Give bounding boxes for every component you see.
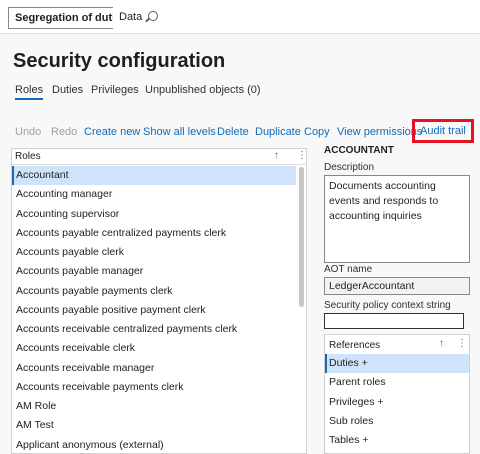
description-label: Description: [324, 162, 375, 173]
table-row[interactable]: Accounts payable manager: [12, 262, 296, 281]
table-row[interactable]: Accounts payable clerk: [12, 243, 296, 262]
roles-list: Accountant Accounting manager Accounting s…: [12, 166, 296, 454]
table-row[interactable]: Accounts receivable clerk: [12, 339, 296, 358]
table-row[interactable]: AM Test: [12, 416, 296, 435]
roles-grid: Roles ↑ ⋮ Accountant Accounting manager Ac…: [11, 148, 307, 454]
view-permissions-button[interactable]: View permissions: [337, 126, 422, 138]
table-row[interactable]: Accounts payable centralized payments cl…: [12, 224, 296, 243]
audit-trail-button[interactable]: Audit trail: [420, 125, 466, 137]
create-new-button[interactable]: Create new: [84, 126, 140, 138]
search-icon[interactable]: [148, 11, 158, 21]
context-string-label: Security policy context string: [324, 300, 451, 311]
reference-row[interactable]: Privileges +: [325, 393, 469, 412]
copy-button[interactable]: Copy: [304, 126, 330, 138]
table-row[interactable]: Applicant anonymous (external): [12, 436, 296, 454]
roles-column-header[interactable]: Roles: [15, 151, 41, 162]
duplicate-button[interactable]: Duplicate: [255, 126, 301, 138]
tab-duties[interactable]: Duties: [52, 84, 83, 96]
table-row[interactable]: Accounting supervisor: [12, 205, 296, 224]
table-row[interactable]: Accounts payable positive payment clerk: [12, 301, 296, 320]
more-options-icon[interactable]: ⋮: [457, 338, 467, 349]
reference-row[interactable]: Sub roles: [325, 412, 469, 431]
data-button[interactable]: Data: [113, 7, 149, 29]
description-field[interactable]: Documents accounting events and responds…: [324, 175, 470, 263]
table-row[interactable]: Accounting manager: [12, 185, 296, 204]
redo-button[interactable]: Redo: [51, 126, 77, 138]
table-row[interactable]: Accountant: [12, 166, 296, 186]
role-title: ACCOUNTANT: [324, 145, 394, 156]
sort-ascending-icon[interactable]: ↑: [274, 150, 279, 161]
action-bar: Segregation of duties Data: [0, 0, 480, 34]
context-string-input[interactable]: [324, 313, 464, 329]
tab-unpublished-objects[interactable]: Unpublished objects (0): [145, 84, 261, 96]
references-header[interactable]: References: [329, 340, 380, 351]
table-row[interactable]: Accounts payable payments clerk: [12, 282, 296, 301]
table-row[interactable]: AM Role: [12, 397, 296, 416]
audit-trail-highlight: Audit trail: [412, 119, 474, 143]
scrollbar[interactable]: [299, 167, 304, 307]
references-grid: References ↑ ⋮ Duties + Parent roles Privi…: [324, 334, 470, 454]
table-row[interactable]: Accounts receivable payments clerk: [12, 378, 296, 397]
aot-name-field: LedgerAccountant: [324, 277, 470, 295]
show-all-levels-button[interactable]: Show all levels: [143, 126, 216, 138]
undo-button[interactable]: Undo: [15, 126, 41, 138]
aot-name-label: AOT name: [324, 264, 373, 275]
reference-row[interactable]: Tables +: [325, 431, 469, 450]
more-options-icon[interactable]: ⋮: [297, 150, 307, 161]
tab-roles[interactable]: Roles: [15, 84, 44, 100]
references-list: Duties + Parent roles Privileges + Sub role…: [325, 354, 469, 450]
tab-privileges[interactable]: Privileges: [91, 84, 139, 96]
table-row[interactable]: Accounts receivable centralized payments…: [12, 320, 296, 339]
delete-button[interactable]: Delete: [217, 126, 249, 138]
page-title: Security configuration: [13, 50, 226, 72]
reference-row[interactable]: Parent roles: [325, 373, 469, 392]
sort-ascending-icon[interactable]: ↑: [439, 338, 444, 349]
reference-row[interactable]: Duties +: [325, 354, 469, 374]
grid-header: Roles ↑ ⋮: [12, 149, 307, 165]
table-row[interactable]: Accounts receivable manager: [12, 359, 296, 378]
